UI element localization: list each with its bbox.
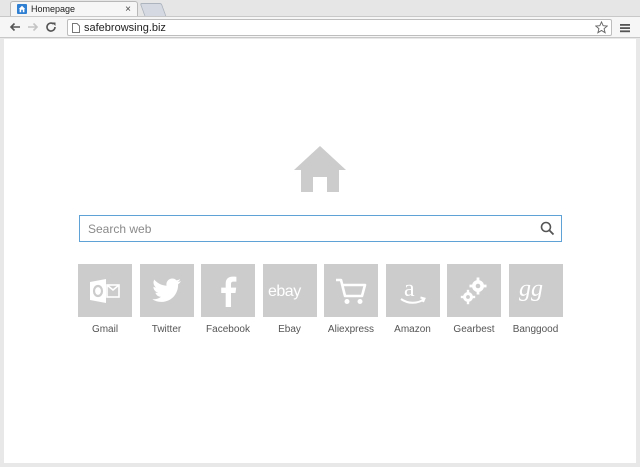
quick-links: Gmail Twitter Facebook ebay Ebay Aliexpr… <box>78 264 568 344</box>
bookmark-star-icon[interactable] <box>595 21 608 34</box>
reload-button[interactable] <box>42 18 60 36</box>
search-box <box>79 215 562 242</box>
tile-gearbest[interactable]: Gearbest <box>447 264 501 335</box>
tile-gmail[interactable]: Gmail <box>78 264 132 335</box>
tile-aliexpress[interactable]: Aliexpress <box>324 264 378 335</box>
facebook-icon <box>221 276 237 307</box>
tile-banggood[interactable]: gg Banggood <box>508 264 563 335</box>
tab-strip: Homepage × <box>0 0 640 16</box>
new-tab-button[interactable] <box>139 3 167 16</box>
chrome-menu-button[interactable] <box>617 19 633 36</box>
home-favicon-icon <box>17 4 27 14</box>
page-content: Gmail Twitter Facebook ebay <box>4 39 636 463</box>
back-arrow-icon <box>9 22 20 32</box>
tile-label: Banggood <box>512 324 559 335</box>
tile-ebay[interactable]: ebay Ebay <box>262 264 317 335</box>
outlook-icon <box>90 278 120 303</box>
home-logo-icon <box>294 146 346 192</box>
page-icon <box>72 22 80 33</box>
ebay-icon: ebay <box>268 283 302 300</box>
tile-facebook[interactable]: Facebook <box>201 264 255 335</box>
hamburger-menu-icon <box>620 23 630 32</box>
search-icon[interactable] <box>540 221 555 236</box>
back-button[interactable] <box>6 18 24 36</box>
reload-icon <box>46 22 56 32</box>
address-bar[interactable]: safebrowsing.biz <box>67 19 612 36</box>
address-text: safebrowsing.biz <box>84 21 166 34</box>
amazon-icon: a <box>399 276 426 304</box>
tab-homepage[interactable]: Homepage × <box>10 1 138 16</box>
cart-icon <box>336 278 367 304</box>
browser-toolbar: safebrowsing.biz <box>0 16 640 38</box>
tile-amazon[interactable]: a Amazon <box>385 264 440 335</box>
forward-arrow-icon <box>28 22 39 32</box>
twitter-icon <box>151 278 181 302</box>
svg-text:a: a <box>404 276 415 302</box>
banggood-icon: gg <box>519 277 543 302</box>
search-input[interactable] <box>88 220 528 238</box>
tile-twitter[interactable]: Twitter <box>139 264 194 335</box>
gears-icon <box>460 277 487 304</box>
tab-close-icon[interactable]: × <box>122 4 134 15</box>
svg-text:ebay: ebay <box>268 283 301 300</box>
forward-button[interactable] <box>24 18 42 36</box>
tab-title: Homepage <box>31 4 76 14</box>
svg-text:gg: gg <box>519 277 543 302</box>
